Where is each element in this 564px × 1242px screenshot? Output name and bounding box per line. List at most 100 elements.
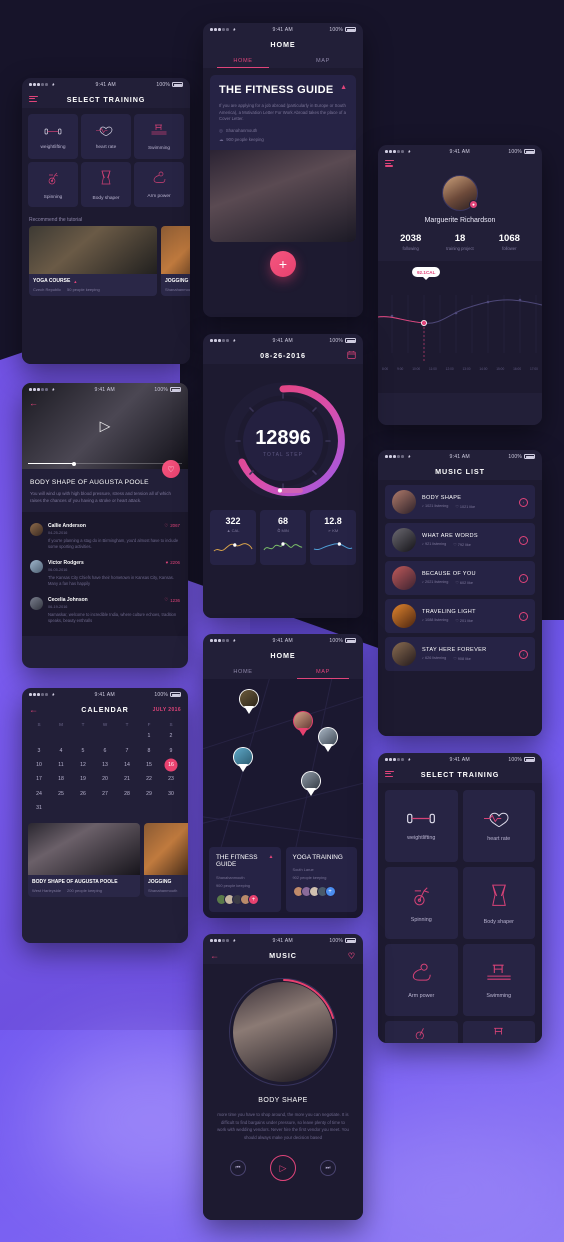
chevron-right-icon[interactable]: › <box>519 535 528 545</box>
calendar-day[interactable]: 20 <box>94 772 116 786</box>
attendee-avatars[interactable]: + <box>292 886 351 898</box>
tab-home[interactable]: HOME <box>203 53 283 68</box>
map-pin[interactable] <box>318 727 338 752</box>
month-selector[interactable]: JULY 2016 <box>153 707 181 713</box>
chevron-right-icon[interactable]: › <box>519 611 528 621</box>
prev-track-icon[interactable]: ⏮ <box>230 1160 246 1177</box>
calendar-day[interactable]: 8 <box>138 743 160 757</box>
play-icon[interactable]: ▷ <box>100 418 111 435</box>
tutorial-carousel[interactable]: YOGA COURSE ▲ Czech Republic 50 people ke… <box>22 226 190 303</box>
add-button[interactable]: + <box>270 250 296 277</box>
calendar-day[interactable]: 15 <box>138 758 160 772</box>
training-tile-partial[interactable] <box>385 1021 458 1043</box>
training-tile[interactable]: heart rate <box>462 790 535 862</box>
screen-home[interactable]: ◕ 9:41 AM 100% HOME HOME MAP ▲ THE FITNE… <box>203 23 363 317</box>
calendar-day[interactable]: 13 <box>94 758 116 772</box>
calendar-day[interactable]: 6 <box>94 743 116 757</box>
music-row[interactable]: STAY HERE FOREVER ♪ 626 listening ♡ 908 … <box>385 637 535 671</box>
training-tile[interactable]: heart rate <box>81 114 131 159</box>
fitness-guide-card[interactable]: ▲ THE FITNESS GUIDE If you are applying … <box>210 75 356 242</box>
stat-follower[interactable]: 1068 follower <box>485 233 534 251</box>
next-track-icon[interactable]: ⏭ <box>320 1160 336 1177</box>
training-tile[interactable]: Body shaper <box>81 162 131 207</box>
calendar-cards[interactable]: BODY SHAPE OF AUGUSTA POOLE West Harleys… <box>22 821 188 903</box>
calendar-card[interactable]: BODY SHAPE OF AUGUSTA POOLE West Harleys… <box>28 823 140 897</box>
like-button[interactable]: ♡ <box>162 460 180 478</box>
heart-filled-icon[interactable]: ♥ <box>166 560 169 565</box>
map-card-list[interactable]: THE FITNESS GUIDE ▲ Shanahanmouth 900 peo… <box>203 841 363 918</box>
screen-activity[interactable]: ◕ 9:41 AM 100% 08-26-2016 12896 TOTAL ST… <box>203 334 363 618</box>
player-controls[interactable]: ⏮ ▷ ⏭ <box>203 1155 363 1182</box>
comment-item[interactable]: Cecelia Johnson ♡ 1236 06-19-2016 Namaska… <box>30 592 180 629</box>
calendar-day[interactable]: 23 <box>160 772 182 786</box>
map-pin-selected[interactable] <box>293 711 313 736</box>
menu-icon[interactable] <box>385 770 394 778</box>
camera-badge-icon[interactable]: ● <box>469 200 478 209</box>
calendar-day[interactable]: 12 <box>72 758 94 772</box>
stat-card-cal[interactable]: 322 ▲ CAL <box>210 510 256 565</box>
chevron-right-icon[interactable]: › <box>519 497 528 507</box>
hero-video[interactable]: ◕ 9:41 AM 100% ← ▷ ♡ <box>22 383 188 478</box>
training-tile[interactable]: Swimming <box>462 944 535 1016</box>
calendar-day[interactable]: 28 <box>116 787 138 801</box>
menu-icon[interactable] <box>385 159 394 168</box>
calendar-day-selected[interactable]: 16 <box>160 758 182 772</box>
back-icon[interactable]: ← <box>29 399 38 408</box>
comment-item[interactable]: Callie Anderson ♡ 2067 04-25-2016 If you'… <box>30 518 180 555</box>
calendar-day[interactable]: 21 <box>116 772 138 786</box>
more-attendees-button[interactable]: + <box>248 894 259 905</box>
play-icon[interactable]: ▷ <box>270 1155 296 1182</box>
music-row[interactable]: WHAT ARE WORDS ♪ 921 listening ♡ 792 lik… <box>385 523 535 557</box>
tab-bar[interactable]: HOME MAP <box>203 664 363 679</box>
calendar-day[interactable]: 26 <box>72 787 94 801</box>
training-tile[interactable]: weightlifting <box>28 114 78 159</box>
tab-bar[interactable]: HOME MAP <box>203 53 363 68</box>
calendar-day[interactable]: 10 <box>28 758 50 772</box>
map-canvas[interactable]: THE FITNESS GUIDE ▲ Shanahanmouth 900 peo… <box>203 679 363 918</box>
tab-home[interactable]: HOME <box>203 664 283 679</box>
calendar-day[interactable]: 2 <box>160 729 182 743</box>
music-row[interactable]: BECAUSE OF YOU ♪ 2021 listening ♡ 602 li… <box>385 561 535 595</box>
menu-icon[interactable] <box>29 95 38 103</box>
calendar-icon[interactable] <box>347 350 356 361</box>
avatar[interactable]: ● <box>442 175 478 211</box>
map-pin[interactable] <box>301 771 321 796</box>
calendar-day[interactable]: 9 <box>160 743 182 757</box>
tutorial-card[interactable]: JOGGING Shanahanmouth <box>161 226 190 296</box>
screen-profile[interactable]: ◕ 9:41 AM 100% ● Marguerite Richardson 2… <box>378 145 542 425</box>
chevron-right-icon[interactable]: › <box>519 573 528 583</box>
calendar-day[interactable]: 30 <box>160 787 182 801</box>
calendar-day[interactable]: 17 <box>28 772 50 786</box>
screen-select-training-2[interactable]: ◕ 9:41 AM 100% SELECT TRAINING weightlif… <box>378 753 542 1043</box>
screen-music-list[interactable]: ◕ 9:41 AM 100% MUSIC LIST BODY SHAPE ♪ 1… <box>378 450 542 736</box>
training-tile[interactable]: Body shaper <box>462 867 535 939</box>
calendar-day[interactable]: 19 <box>72 772 94 786</box>
heart-icon[interactable]: ♡ <box>164 523 168 529</box>
screen-select-training-1[interactable]: ◕ 9:41 AM 100% SELECT TRAINING weightlif… <box>22 78 190 364</box>
comment-item[interactable]: Victor Rodgers ♥ 2206 06-05-2016 The Kans… <box>30 555 180 592</box>
training-tile-partial[interactable] <box>462 1021 535 1043</box>
calendar-day[interactable]: 7 <box>116 743 138 757</box>
favorite-icon[interactable]: ♡ <box>348 951 356 960</box>
album-art-large[interactable] <box>229 978 337 1086</box>
music-row[interactable]: BODY SHAPE ♪ 1021 listening ♡ 1021 like … <box>385 485 535 519</box>
chevron-right-icon[interactable]: › <box>519 649 528 659</box>
screen-course-detail[interactable]: ◕ 9:41 AM 100% ← ▷ ♡ BODY SHAPE OF AUGUS… <box>22 383 188 668</box>
training-tile[interactable]: weightlifting <box>385 790 458 862</box>
calorie-chart[interactable]: 92.1CAL 8:00 9:00 10:00 11:00 12:00 13:0… <box>378 261 542 393</box>
stat-training-project[interactable]: 18 training project <box>435 233 484 251</box>
more-attendees-button[interactable]: + <box>324 886 336 898</box>
tab-map[interactable]: MAP <box>283 53 363 68</box>
video-scrubber[interactable] <box>28 461 182 466</box>
screen-calendar[interactable]: ◕ 9:41 AM 100% ← CALENDAR JULY 2016 S M … <box>22 688 188 943</box>
calendar-day[interactable]: 29 <box>138 787 160 801</box>
music-row[interactable]: TRAVELING LIGHT ♪ 1088 listening ♡ 201 l… <box>385 599 535 633</box>
back-icon[interactable]: ← <box>210 951 220 960</box>
training-tile[interactable]: Swimming <box>134 114 184 159</box>
attendee-avatars[interactable]: + <box>216 894 274 905</box>
training-tile[interactable]: Spinning <box>385 867 458 939</box>
calendar-day[interactable]: 18 <box>50 772 72 786</box>
screen-music-player[interactable]: ◕ 9:41 AM 100% ← MUSIC ♡ BODY SHAPE more… <box>203 934 363 1220</box>
back-icon[interactable]: ← <box>29 705 39 714</box>
tutorial-card[interactable]: YOGA COURSE ▲ Czech Republic 50 people ke… <box>29 226 157 296</box>
